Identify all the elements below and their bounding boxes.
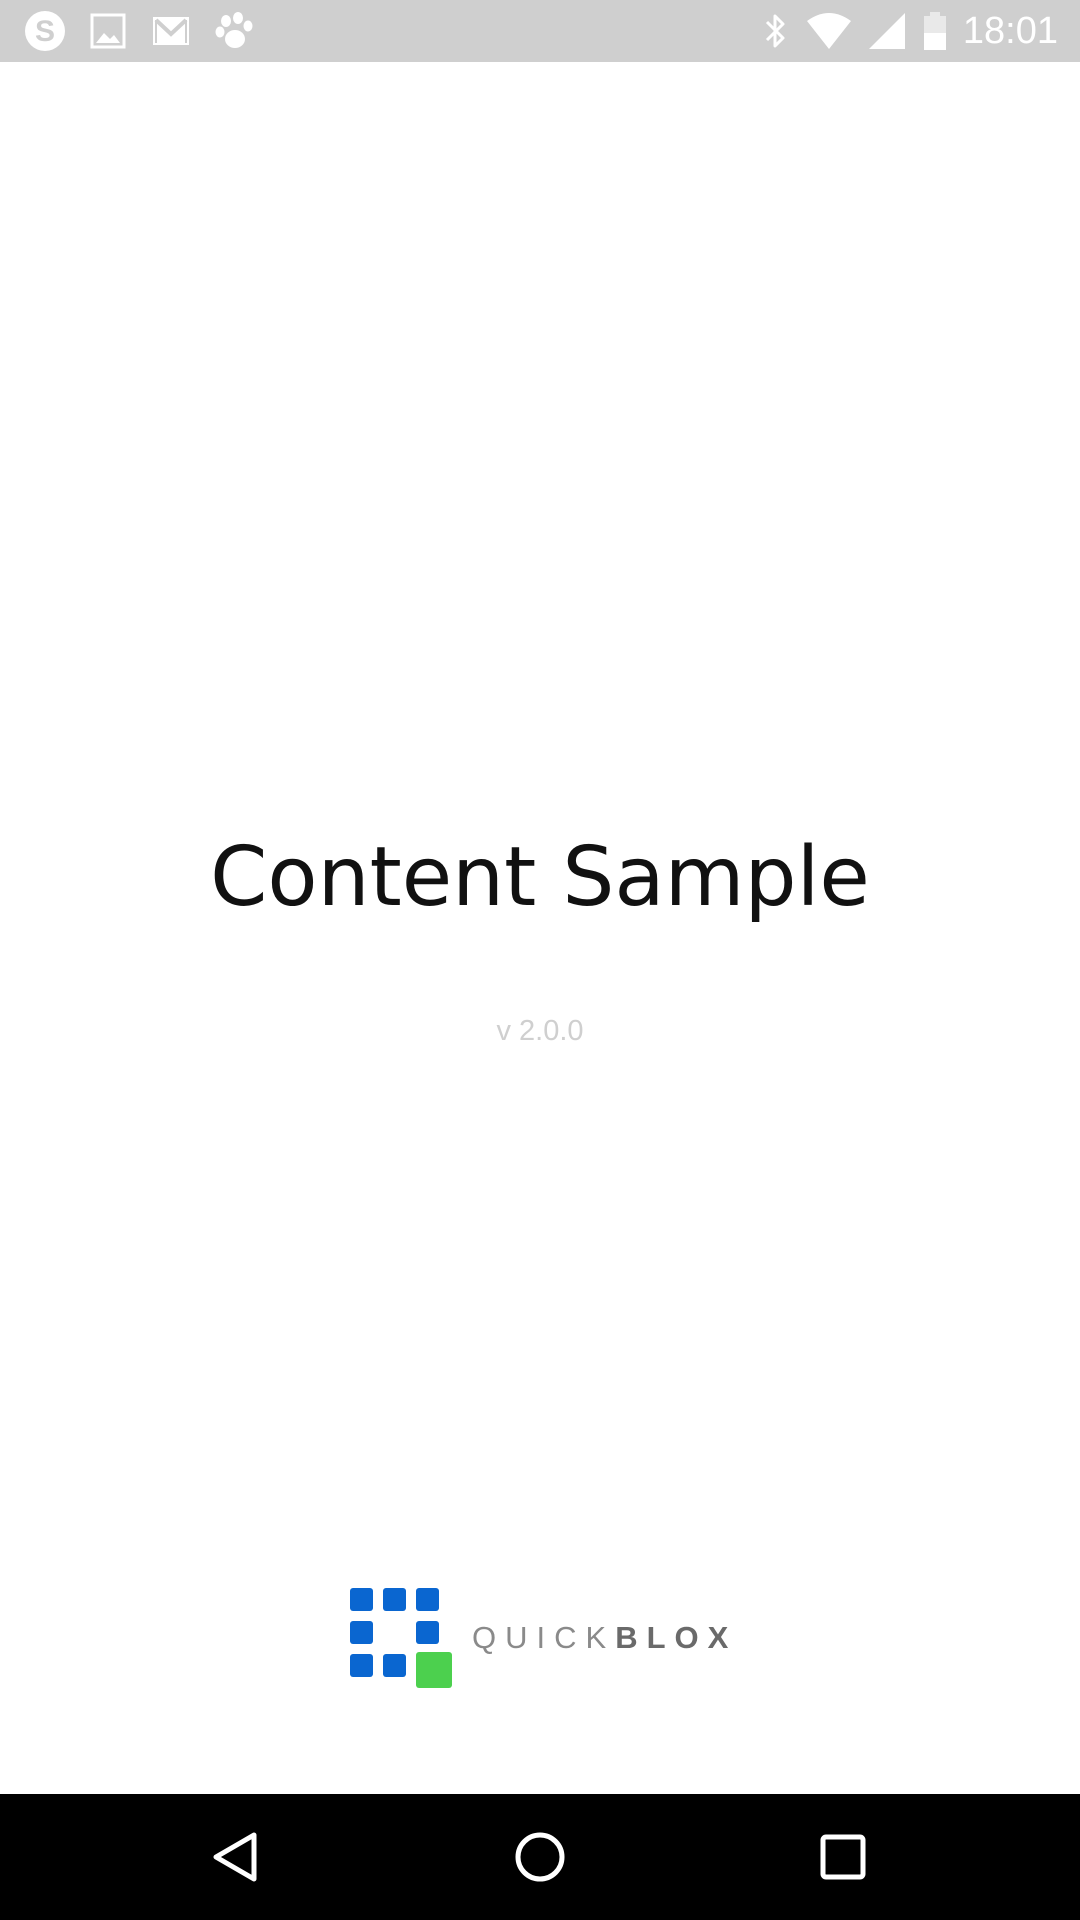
recents-icon (820, 1834, 866, 1880)
gallery-icon (86, 9, 130, 53)
home-icon (515, 1832, 565, 1882)
app-version: v 2.0.0 (496, 1015, 584, 1047)
navigation-bar (0, 1794, 1080, 1920)
status-bar: S 18:01 (0, 0, 1080, 62)
recents-button[interactable] (803, 1817, 883, 1897)
wordmark-light: QUICK (472, 1620, 616, 1655)
quickblox-wordmark: QUICKBLOX (472, 1620, 737, 1656)
quickblox-mark-icon (350, 1588, 452, 1688)
paw-icon (212, 8, 258, 54)
skype-icon: S (22, 8, 68, 54)
back-button[interactable] (196, 1817, 276, 1897)
gmail-icon (148, 8, 194, 54)
status-time: 18:01 (962, 9, 1058, 52)
bluetooth-icon (761, 9, 791, 53)
splash-screen: S 18:01 Content Sample v 2.0.0 QUICKBLOX (0, 0, 1080, 1920)
quickblox-logo: QUICKBLOX (348, 1586, 737, 1690)
notification-icons: S (22, 8, 258, 54)
system-indicators: 18:01 (761, 8, 1058, 54)
svg-text:S: S (35, 15, 55, 48)
home-button[interactable] (500, 1817, 580, 1897)
cell-signal-icon (867, 9, 907, 53)
back-icon (213, 1832, 257, 1882)
wordmark-bold: BLOX (615, 1620, 738, 1655)
battery-icon (921, 9, 949, 53)
wifi-icon (805, 9, 853, 53)
app-title: Content Sample (210, 830, 870, 925)
